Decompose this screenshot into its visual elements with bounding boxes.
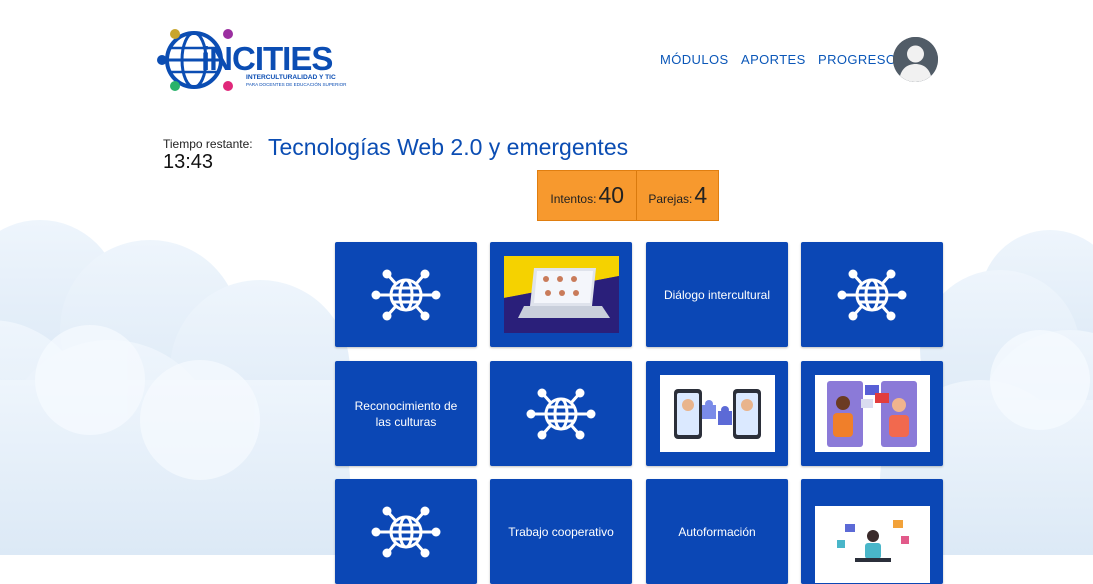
pairs-counter: Parejas: 4 — [637, 171, 718, 220]
self-learning-image — [814, 506, 930, 583]
memory-card[interactable]: Diálogo intercultural — [646, 242, 788, 347]
memory-card[interactable] — [490, 361, 632, 466]
globe-network-icon — [371, 506, 441, 557]
page-title: Tecnologías Web 2.0 y emergentes — [268, 134, 629, 160]
card-label: Autoformación — [678, 524, 756, 539]
user-avatar[interactable] — [893, 37, 938, 82]
card-label: Trabajo cooperativo — [508, 524, 614, 539]
memory-card[interactable]: Autoformación — [646, 479, 788, 584]
brand-subtagline: PARA DOCENTES DE EDUCACIÓN SUPERIOR — [246, 82, 347, 87]
attempts-value: 40 — [598, 182, 625, 208]
score-panel: Intentos: 40 Parejas: 4 — [537, 170, 719, 221]
memory-card[interactable] — [801, 242, 943, 347]
memory-card[interactable] — [801, 361, 943, 466]
nav-item-modulos[interactable]: MÓDULOS — [660, 52, 729, 67]
memory-card[interactable]: Trabajo cooperativo — [490, 479, 632, 584]
pairs-value: 4 — [694, 182, 708, 208]
nav-item-progreso[interactable]: PROGRESO — [818, 52, 896, 67]
nav-item-aportes[interactable]: APORTES — [741, 52, 806, 67]
memory-card[interactable] — [335, 242, 477, 347]
memory-card[interactable]: Reconocimiento de las culturas — [335, 361, 477, 466]
card-label: Diálogo intercultural — [663, 287, 771, 302]
pairs-label: Parejas: — [648, 191, 693, 206]
card-label: Reconocimiento de las culturas — [354, 398, 458, 429]
globe-network-icon — [526, 388, 596, 439]
laptop-video-call-image — [503, 256, 619, 333]
memory-card[interactable] — [490, 242, 632, 347]
puzzle-collaboration-image — [659, 375, 775, 452]
timer-label: Tiempo restante: — [163, 137, 253, 151]
memory-card[interactable] — [646, 361, 788, 466]
chat-people-image — [814, 375, 930, 452]
memory-card[interactable] — [801, 479, 943, 584]
brand-tagline: INTERCULTURALIDAD Y TIC — [246, 74, 336, 81]
timer-value: 13:43 — [163, 151, 214, 173]
attempts-label: Intentos: — [550, 191, 597, 206]
user-silhouette-icon — [893, 37, 938, 82]
brand-name: iNCITIES — [201, 40, 333, 77]
attempts-counter: Intentos: 40 — [538, 171, 638, 220]
globe-network-icon — [837, 269, 907, 320]
brand-logo[interactable]: iNCITIES INTERCULTURALIDAD Y TIC PARA DO… — [156, 26, 346, 94]
globe-network-icon — [371, 269, 441, 320]
memory-card[interactable] — [335, 479, 477, 584]
